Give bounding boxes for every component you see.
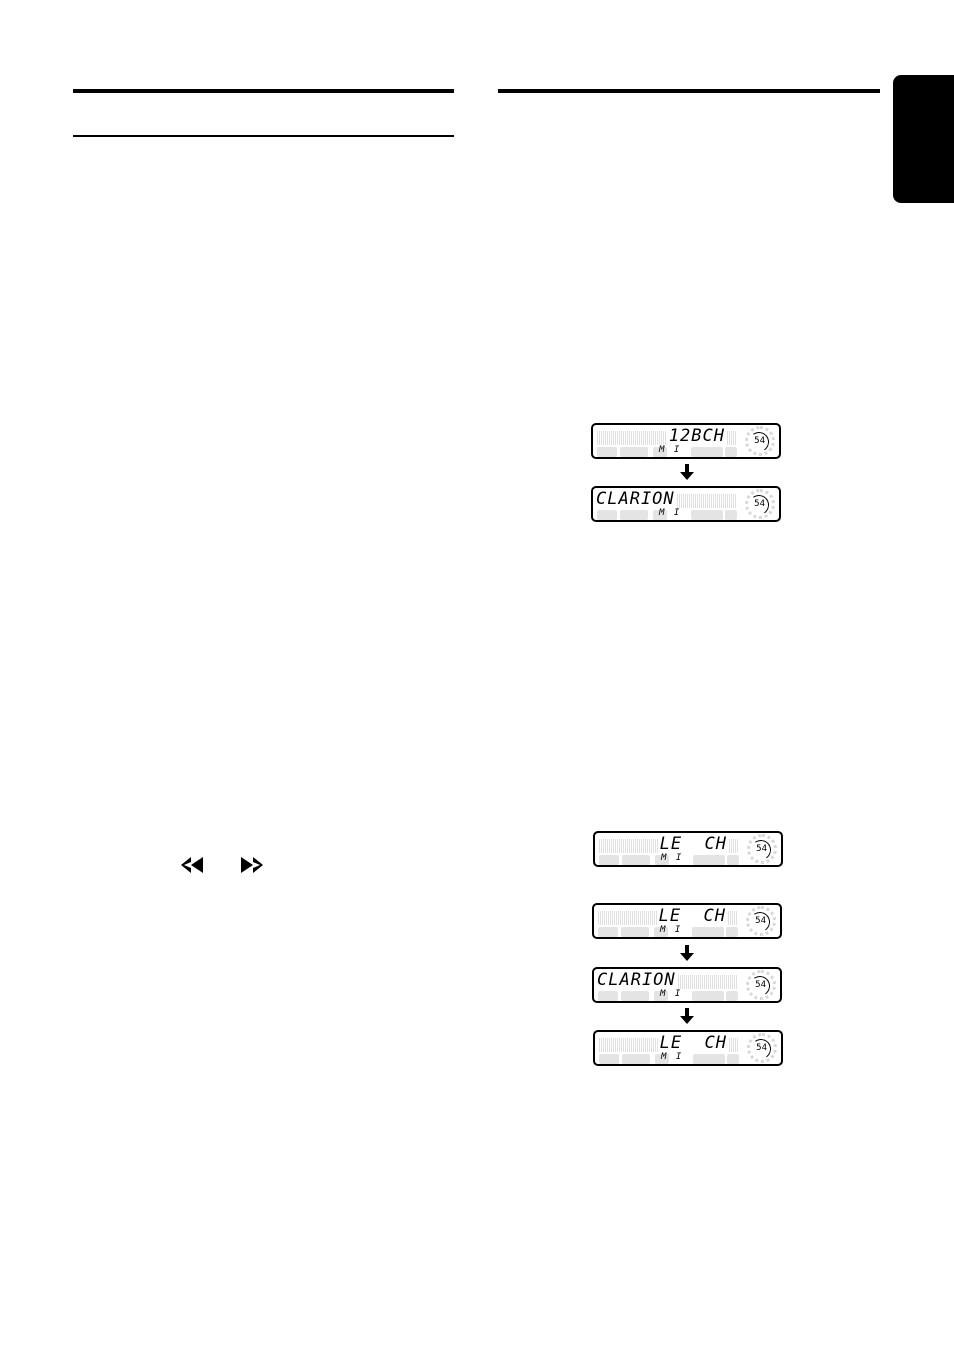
lcd-display-title: CLARION M I 54	[592, 967, 782, 1003]
lcd-main-text: LE CH	[657, 1033, 729, 1053]
arrow-down-icon	[680, 945, 694, 961]
lcd-main-text: LE CH	[656, 906, 728, 926]
lcd-memory-text: M I	[660, 925, 683, 935]
language-side-tab	[893, 75, 954, 203]
lcd-display-title: CLARION M I 54	[591, 486, 781, 522]
lcd-memory-text: M I	[659, 445, 682, 455]
dial-value: 54	[756, 844, 767, 854]
lcd-memory-text: M I	[661, 1052, 684, 1062]
right-section-top-rule	[498, 89, 880, 93]
dial-value: 54	[756, 1043, 767, 1053]
left-section-top-rule	[73, 89, 454, 93]
lcd-display-channel: LE CH M I 54	[593, 831, 783, 867]
dial-value: 54	[754, 436, 765, 446]
arrow-down-icon	[680, 1008, 694, 1024]
left-section-bottom-rule	[73, 135, 454, 137]
fast-forward-icon	[241, 857, 263, 873]
dial-value: 54	[755, 980, 766, 990]
lcd-display-channel: LE CH M I 54	[593, 1030, 783, 1066]
lcd-display-channel: LE CH M I 54	[592, 903, 782, 939]
lcd-main-text: CLARION	[595, 970, 678, 990]
lcd-main-text: LE CH	[657, 834, 729, 854]
dial-value: 54	[755, 916, 766, 926]
lcd-main-text: 12BCH	[666, 426, 727, 446]
rewind-icon	[181, 857, 203, 873]
lcd-memory-text: M I	[659, 508, 682, 518]
lcd-memory-text: M I	[660, 989, 683, 999]
arrow-down-icon	[680, 464, 694, 480]
lcd-memory-text: M I	[661, 853, 684, 863]
dial-value: 54	[754, 499, 765, 509]
lcd-display-channel: 12BCH M I 54	[591, 423, 781, 459]
lcd-main-text: CLARION	[594, 489, 677, 509]
